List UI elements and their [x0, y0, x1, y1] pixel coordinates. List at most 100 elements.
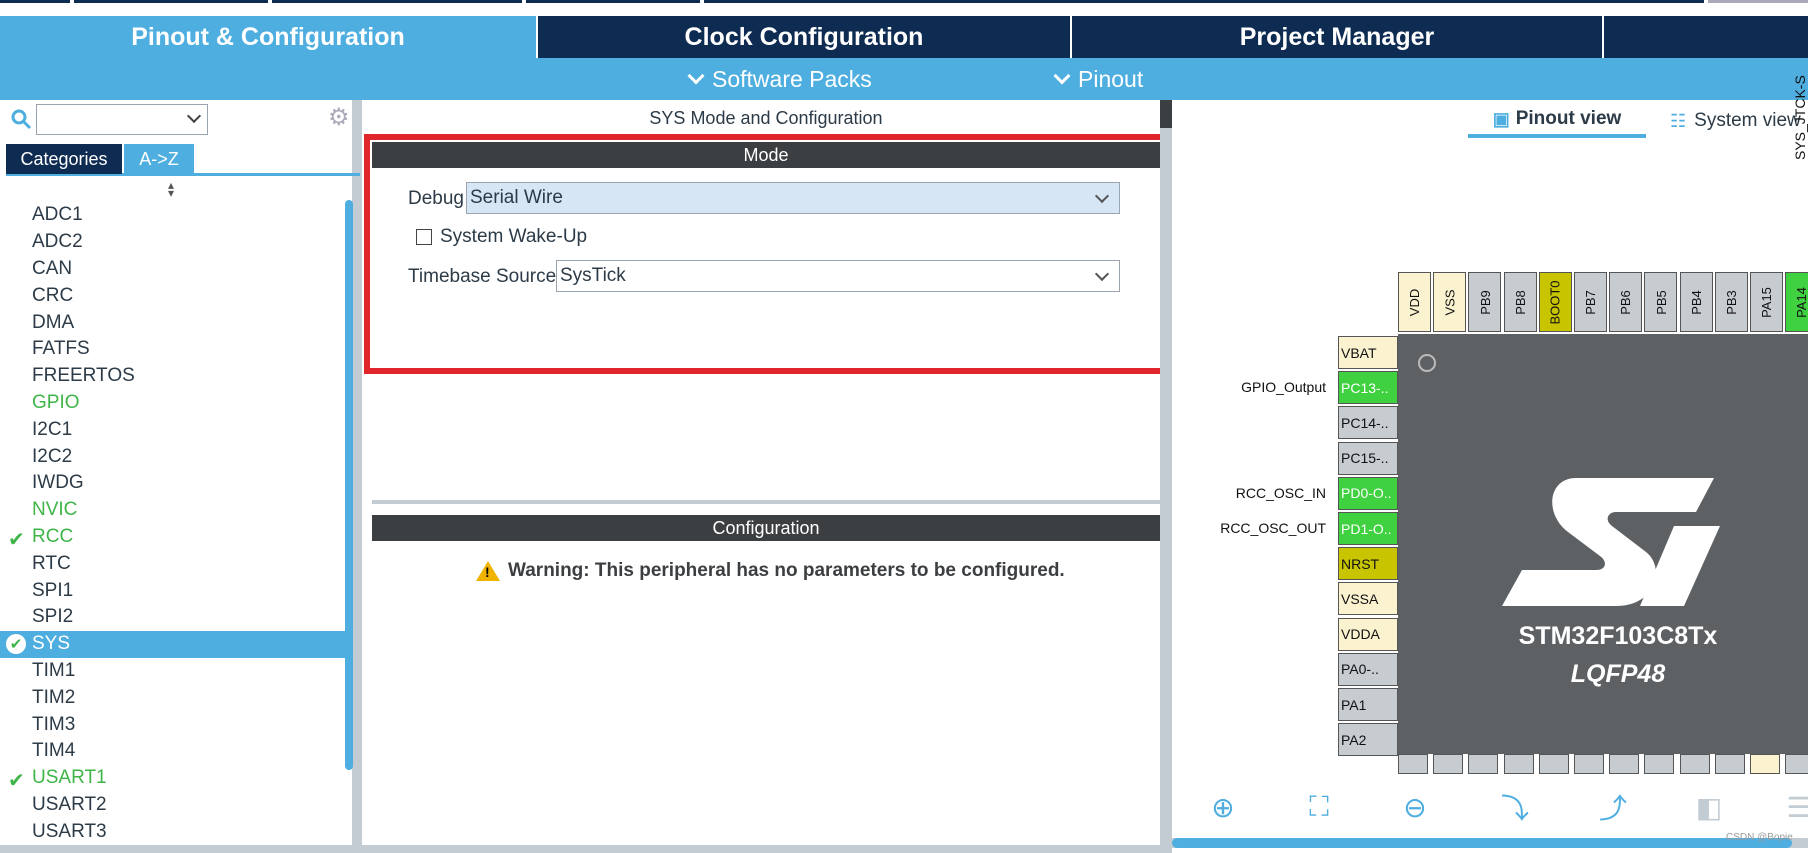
- list-item[interactable]: RTC: [0, 550, 350, 577]
- pin[interactable]: PA15: [1750, 272, 1783, 332]
- list-item[interactable]: ✔ USART1: [0, 765, 350, 792]
- list-item[interactable]: TIM1: [0, 658, 350, 685]
- more-icon[interactable]: ☰: [1782, 790, 1808, 824]
- pin[interactable]: [1433, 754, 1464, 774]
- pin[interactable]: [1750, 754, 1780, 774]
- pin[interactable]: PB8: [1503, 272, 1537, 332]
- top-strip: [0, 0, 1808, 16]
- pin[interactable]: VDDA: [1338, 617, 1398, 651]
- list-item[interactable]: I2C2: [0, 443, 350, 470]
- tab-system-view[interactable]: ☷ System view: [1670, 104, 1808, 138]
- pin[interactable]: VSSA: [1338, 582, 1398, 616]
- pin[interactable]: PA14: [1785, 272, 1808, 332]
- list-item-label: CRC: [32, 284, 74, 306]
- pin[interactable]: PB7: [1574, 272, 1607, 332]
- list-item[interactable]: DMA: [0, 309, 350, 336]
- pin[interactable]: VBAT: [1338, 336, 1398, 369]
- list-item-label: USART2: [32, 793, 107, 815]
- configuration-header: Configuration: [372, 515, 1160, 541]
- pin[interactable]: [1538, 754, 1569, 774]
- list-item[interactable]: TIM2: [0, 684, 350, 711]
- rotate-right-icon[interactable]: ⤵: [1498, 790, 1532, 824]
- list-item[interactable]: IWDG: [0, 470, 350, 497]
- pin[interactable]: PC15-..: [1338, 441, 1398, 475]
- list-item[interactable]: I2C1: [0, 416, 350, 443]
- highlight-box: [364, 134, 1208, 374]
- pin[interactable]: [1714, 754, 1745, 774]
- pin[interactable]: [1468, 754, 1499, 774]
- list-item[interactable]: TIM4: [0, 738, 350, 765]
- list-item[interactable]: NVIC: [0, 497, 350, 524]
- list-item[interactable]: TIM3: [0, 711, 350, 738]
- pin[interactable]: [1644, 754, 1675, 774]
- pin[interactable]: PA1: [1338, 688, 1398, 721]
- pin[interactable]: PB5: [1644, 272, 1678, 332]
- pin[interactable]: NRST: [1338, 547, 1398, 581]
- pin-label: PB8: [1512, 289, 1528, 315]
- tab-categories[interactable]: Categories: [6, 144, 122, 174]
- list-item[interactable]: GPIO: [0, 390, 350, 417]
- panel-divider[interactable]: [1160, 100, 1172, 853]
- tab-a-z[interactable]: A->Z: [124, 144, 194, 174]
- list-item[interactable]: CRC: [0, 282, 350, 309]
- list-item[interactable]: USART2: [0, 792, 350, 819]
- tab-pinout-view[interactable]: ▣ Pinout view: [1468, 104, 1646, 138]
- search-input[interactable]: [36, 104, 208, 135]
- list-item[interactable]: FREERTOS: [0, 363, 350, 390]
- pin[interactable]: [1785, 754, 1808, 774]
- list-item-label: NVIC: [32, 499, 78, 521]
- pin[interactable]: PD1-O..: [1338, 512, 1398, 545]
- pin[interactable]: [1679, 754, 1710, 774]
- list-item-label: IWDG: [32, 472, 84, 494]
- software-packs-menu[interactable]: Software Packs: [687, 58, 872, 100]
- pinout-menu[interactable]: Pinout: [1053, 58, 1143, 100]
- flip-icon[interactable]: ◧: [1692, 790, 1726, 824]
- sort-icon[interactable]: ▴ ▾: [168, 179, 180, 199]
- list-item[interactable]: ✔ RCC: [0, 524, 350, 551]
- pin[interactable]: VSS: [1433, 272, 1467, 332]
- pin[interactable]: PC13-..: [1338, 371, 1398, 405]
- pin[interactable]: [1609, 754, 1640, 774]
- list-item[interactable]: SPI1: [0, 577, 350, 604]
- pin[interactable]: PB6: [1609, 272, 1643, 332]
- panel-title: SYS Mode and Configuration: [649, 108, 883, 128]
- list-item-label: SYS: [32, 633, 71, 655]
- list-item-label: I2C1: [32, 418, 73, 440]
- pin[interactable]: PB4: [1679, 272, 1713, 332]
- pin[interactable]: PA2: [1338, 723, 1398, 757]
- scroll-thumb[interactable]: [1172, 838, 1792, 848]
- list-item[interactable]: CAN: [0, 256, 350, 283]
- list-item[interactable]: FATFS: [0, 336, 350, 363]
- zoom-out-icon[interactable]: ⊖: [1398, 790, 1432, 824]
- pin[interactable]: PB9: [1468, 272, 1502, 332]
- pin[interactable]: PB3: [1714, 272, 1748, 332]
- pin[interactable]: [1398, 754, 1428, 774]
- list-item[interactable]: ✔ SYS: [0, 630, 350, 658]
- warning-icon: [476, 561, 500, 581]
- pin[interactable]: PA0-..: [1338, 652, 1398, 686]
- list-item[interactable]: USART3: [0, 818, 350, 845]
- pin[interactable]: [1503, 754, 1534, 774]
- pin[interactable]: VDD: [1398, 272, 1431, 332]
- pin[interactable]: PD0-O..: [1338, 476, 1398, 510]
- watermark: CSDN @Bopie: [1726, 832, 1793, 843]
- gear-icon[interactable]: ⚙: [328, 106, 352, 130]
- pin[interactable]: PC14-..: [1338, 406, 1398, 440]
- pin[interactable]: [1574, 754, 1604, 774]
- rotate-left-icon[interactable]: ⤴: [1596, 790, 1630, 824]
- top-signal-label: SYS_JTCK-S: [1792, 75, 1808, 160]
- list-item[interactable]: SPI2: [0, 604, 350, 631]
- fit-screen-icon[interactable]: ⛶: [1302, 790, 1336, 824]
- zoom-in-icon[interactable]: ⊕: [1206, 790, 1240, 824]
- pinout-view-label: Pinout view: [1515, 108, 1622, 129]
- tab-tools[interactable]: [1602, 16, 1808, 58]
- list-item[interactable]: ADC1: [0, 202, 350, 229]
- tab-clock-configuration[interactable]: Clock Configuration: [536, 16, 1070, 58]
- tab-pinout-configuration[interactable]: Pinout & Configuration: [0, 16, 536, 58]
- pin[interactable]: BOOT0: [1538, 272, 1572, 332]
- pin-label: PB6: [1618, 289, 1634, 315]
- list-item[interactable]: ADC2: [0, 229, 350, 256]
- tab-project-manager[interactable]: Project Manager: [1070, 16, 1602, 58]
- collapse-arrow-icon[interactable]: [1160, 100, 1172, 128]
- scrollbar[interactable]: [345, 200, 353, 770]
